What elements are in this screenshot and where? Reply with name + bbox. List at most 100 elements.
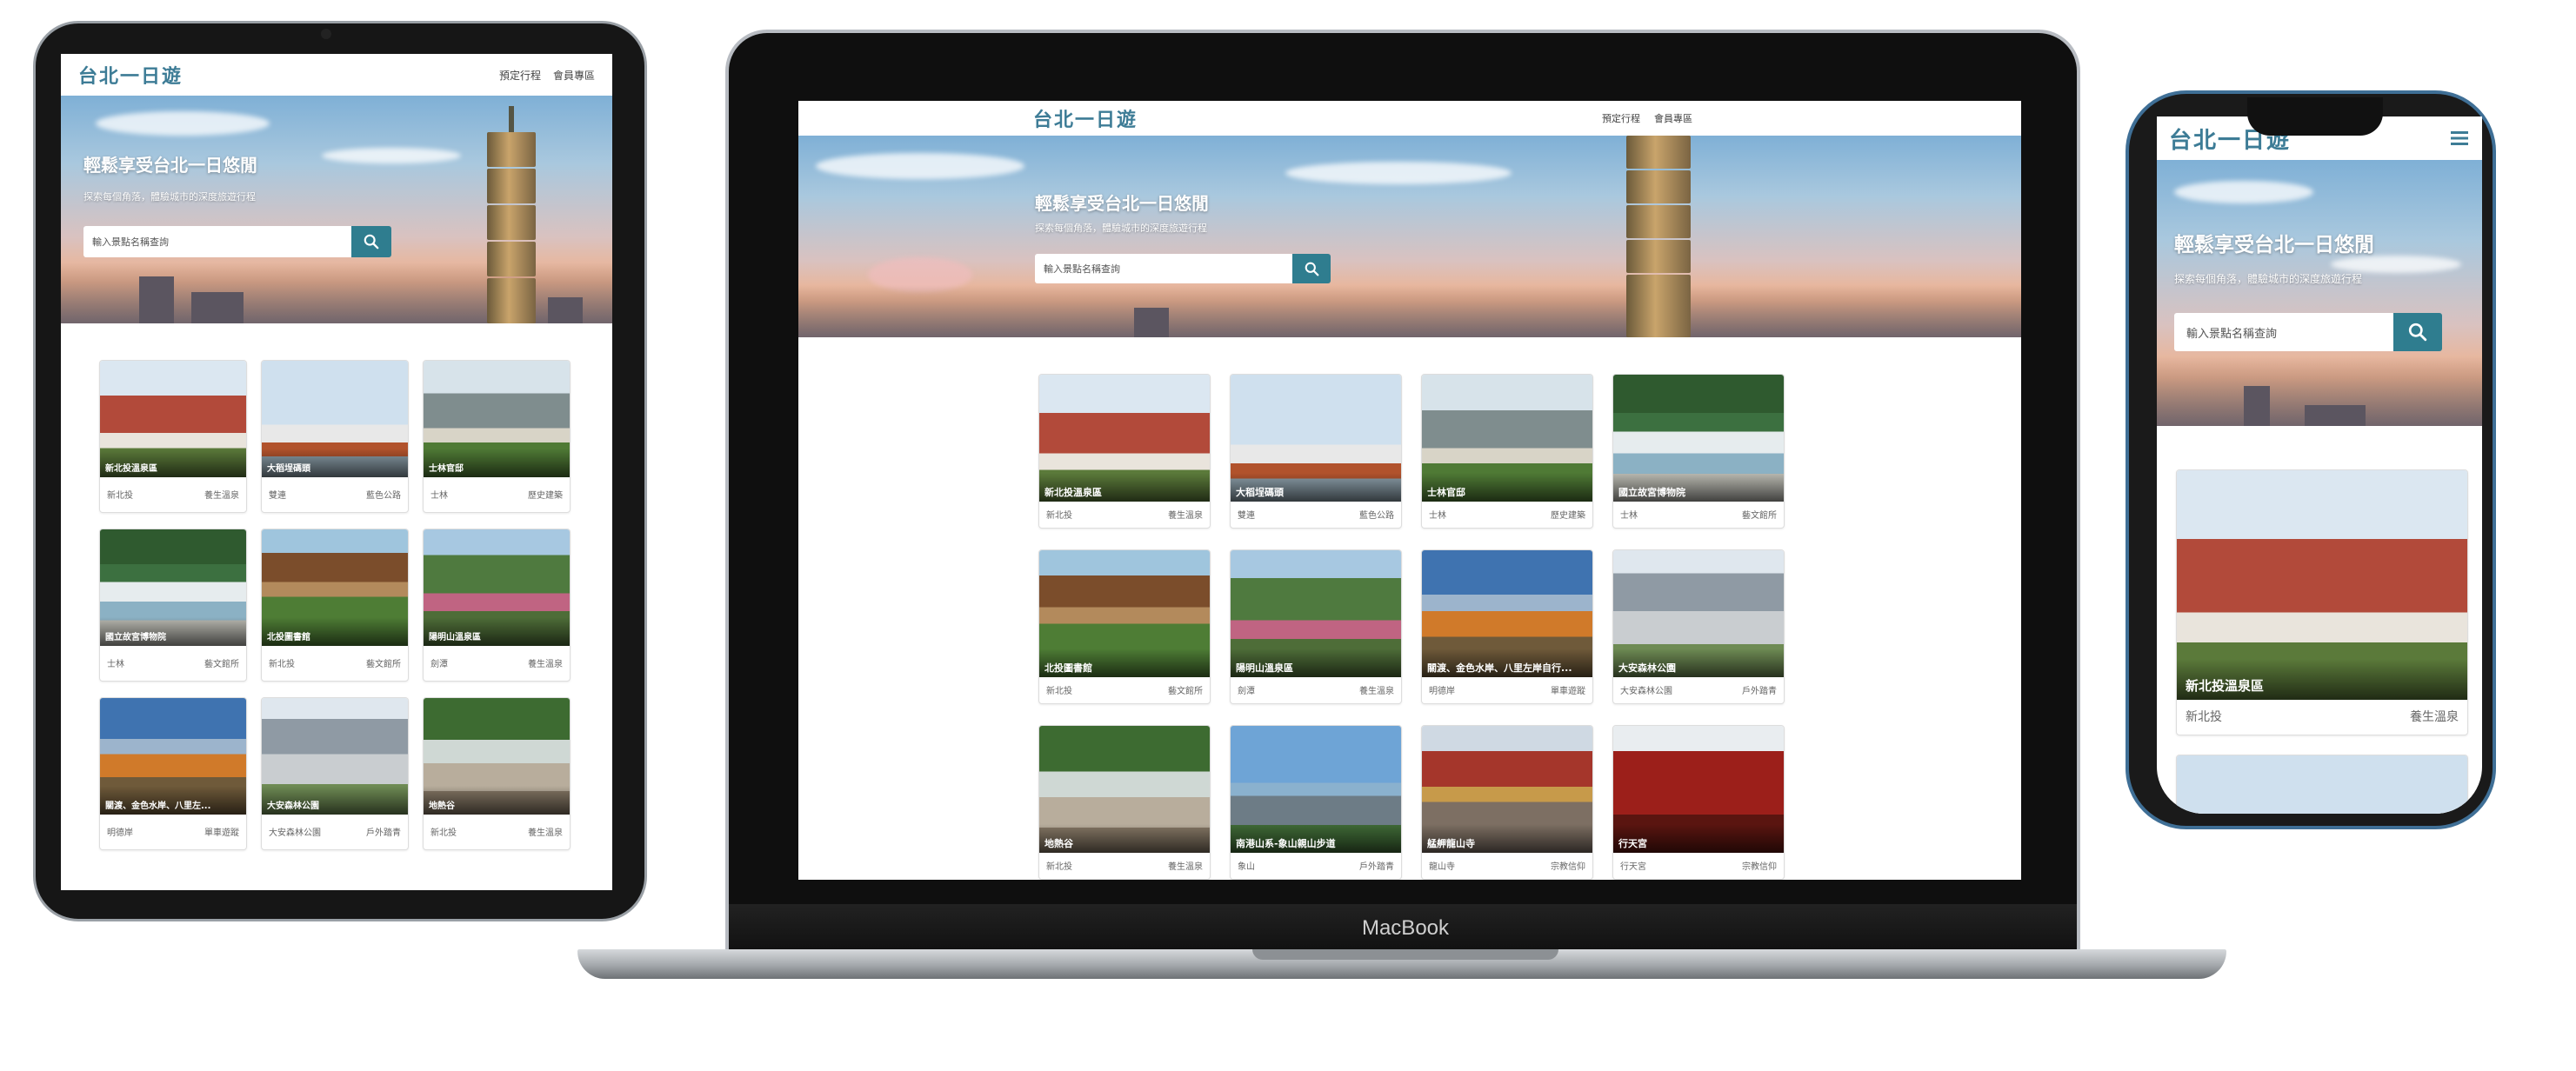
search-button[interactable] xyxy=(351,226,391,257)
attraction-category: 單車遊蹤 xyxy=(1551,686,1585,696)
attraction-photo: 新北投溫泉區 xyxy=(1039,375,1210,502)
search-icon xyxy=(1305,262,1318,276)
attraction-grid: 新北投溫泉區 新北投 養生溫泉 大稻埕碼頭 雙連 藍色公路 士林官邸 士林 歷史建築 國立故宮博物… xyxy=(1038,374,1785,880)
nav-link-member[interactable]: 會員專區 xyxy=(1654,111,1692,125)
attraction-meta: 劍潭 養生溫泉 xyxy=(1231,675,1401,703)
attraction-mrt: 明德岸 xyxy=(107,828,133,838)
attraction-name: 大稻埕碼頭 xyxy=(1231,473,1401,502)
attraction-card[interactable]: 大安森林公園 大安森林公園 戶外踏青 xyxy=(1612,549,1785,704)
hero-banner: 輕鬆享受台北一日悠閒 探索每個角落，體驗城市的深度旅遊行程 輸入景點名稱查詢 xyxy=(798,136,2021,337)
attraction-photo: 行天宮 xyxy=(1613,726,1784,853)
attraction-photo: 新北投溫泉區 xyxy=(2177,470,2467,700)
attraction-meta: 明德岸 單車遊蹤 xyxy=(1422,675,1592,703)
attraction-name: 關渡、金色水岸、八里左... xyxy=(100,786,246,815)
attraction-card[interactable]: 南港山系-象山親山步道 象山 戶外踏青 xyxy=(1230,725,1402,880)
attraction-meta: 新北投 養生溫泉 xyxy=(1039,500,1210,528)
attraction-meta: 大安森林公園 戶外踏青 xyxy=(262,813,408,849)
attraction-meta: 龍山寺 宗教信仰 xyxy=(1422,851,1592,879)
attraction-card[interactable]: 國立故宮博物院 士林 藝文館所 xyxy=(99,529,247,682)
attraction-name: 陽明山溫泉區 xyxy=(424,617,570,646)
attraction-photo: 關渡、金色水岸、八里左岸自行... xyxy=(1422,550,1592,677)
attraction-card[interactable]: 新北投溫泉區 新北投 養生溫泉 xyxy=(99,360,247,513)
nav-link-booking[interactable]: 預定行程 xyxy=(499,68,541,83)
attraction-name: 國立故宮博物院 xyxy=(1613,473,1784,502)
attraction-card[interactable]: 地熱谷 新北投 養生溫泉 xyxy=(423,697,571,850)
attraction-card[interactable]: 大稻埕碼頭雙連藍色公路 xyxy=(261,360,409,513)
attraction-mrt: 象山 xyxy=(1238,861,1255,872)
attraction-meta: 象山 戶外踏青 xyxy=(1231,851,1401,879)
attraction-card[interactable]: 北投圖書館 新北投 藝文館所 xyxy=(1038,549,1211,704)
attraction-meta: 士林 歷史建築 xyxy=(1422,500,1592,528)
attraction-photo: 地熱谷 xyxy=(424,698,570,815)
attraction-photo: 新北投溫泉區 xyxy=(100,361,246,477)
hero-banner: 輕鬆享受台北一日悠閒 探索每個角落，體驗城市的深度旅遊行程 輸入景點名稱查詢 xyxy=(61,96,612,323)
attraction-card[interactable]: 北投圖書館 新北投 藝文館所 xyxy=(261,529,409,682)
attraction-name: 大安森林公園 xyxy=(262,786,408,815)
attraction-meta: 士林 藝文館所 xyxy=(1613,500,1784,528)
attraction-card[interactable]: 國立故宮博物院 士林 藝文館所 xyxy=(1612,374,1785,529)
attraction-card[interactable]: 士林官邸 士林 歷史建築 xyxy=(423,360,571,513)
hamburger-menu-icon[interactable] xyxy=(2449,130,2470,147)
search-button[interactable] xyxy=(1292,254,1331,283)
search-input[interactable]: 輸入景點名稱查詢 xyxy=(1035,254,1292,283)
attraction-category: 戶外踏青 xyxy=(366,828,401,838)
site-nav: 預定行程 會員專區 xyxy=(1602,111,1692,125)
attraction-name: 北投圖書館 xyxy=(262,617,408,646)
attraction-mrt: 明德岸 xyxy=(1429,686,1455,696)
hero-subtitle: 探索每個角落，體驗城市的深度旅遊行程 xyxy=(83,191,256,203)
hero-title: 輕鬆享受台北一日悠閒 xyxy=(83,155,257,176)
attraction-grid: 新北投溫泉區新北投 養生溫泉大稻埕碼頭雙連藍色公路 xyxy=(2176,469,2468,814)
phone-screen: 台北一日遊 輕鬆享受台北一日悠閒 探索每個角落，體驗城市的深度旅遊行程 輸入景點… xyxy=(2157,116,2482,814)
site-logo[interactable]: 台北一日遊 xyxy=(1033,104,1138,132)
nav-link-booking[interactable]: 預定行程 xyxy=(1602,111,1640,125)
attraction-card[interactable]: 新北投溫泉區 新北投 養生溫泉 xyxy=(1038,374,1211,529)
attraction-category: 藍色公路 xyxy=(1359,510,1394,521)
search-bar: 輸入景點名稱查詢 xyxy=(1035,254,1331,283)
attraction-mrt: 大安森林公園 xyxy=(1620,686,1672,696)
attraction-name: 北投圖書館 xyxy=(1039,649,1210,677)
attraction-mrt: 士林 xyxy=(430,490,448,501)
attraction-card[interactable]: 行天宮 行天宮 宗教信仰 xyxy=(1612,725,1785,880)
attraction-card[interactable]: 關渡、金色水岸、八里左... 明德岸 單車遊蹤 xyxy=(99,697,247,850)
attraction-mrt: 士林 xyxy=(1429,510,1446,521)
attraction-card[interactable]: 新北投溫泉區 新北投 養生溫泉 xyxy=(2176,469,2468,735)
nav-link-member[interactable]: 會員專區 xyxy=(553,68,595,83)
hero-subtitle: 探索每個角落，體驗城市的深度旅遊行程 xyxy=(1035,223,1207,234)
macbook-label: MacBook xyxy=(1361,916,1450,940)
hero-title: 輕鬆享受台北一日悠閒 xyxy=(1035,193,1209,214)
attraction-card[interactable]: 關渡、金色水岸、八里左岸自行... 明德岸 單車遊蹤 xyxy=(1421,549,1593,704)
attraction-grid: 新北投溫泉區 新北投 養生溫泉 大稻埕碼頭 雙連 藍色公路 士林官邸 士林 歷史建築 國立故宮博物… xyxy=(99,360,571,850)
site-header: 台北一日遊 預定行程 會員專區 xyxy=(798,101,2021,136)
hero-banner: 輕鬆享受台北一日悠閒 探索每個角落，體驗城市的深度旅遊行程 輸入景點名稱查詢 xyxy=(2157,160,2482,426)
search-input[interactable]: 輸入景點名稱查詢 xyxy=(83,226,351,257)
laptop-hinge-notch xyxy=(1252,949,1558,960)
hero-title: 輕鬆享受台北一日悠閒 xyxy=(2174,234,2374,256)
attraction-card[interactable]: 大稻埕碼頭雙連藍色公路 xyxy=(1230,374,1402,529)
laptop-screen: 台北一日遊 預定行程 會員專區 輕鬆享受台北一日悠閒 探索每個角落，體驗城市的深… xyxy=(798,101,2021,880)
attraction-photo: 地熱谷 xyxy=(1039,726,1210,853)
attraction-category: 養生溫泉 xyxy=(1168,510,1203,521)
attraction-card[interactable]: 陽明山溫泉區 劍潭 養生溫泉 xyxy=(423,529,571,682)
attraction-card[interactable]: 陽明山溫泉區 劍潭 養生溫泉 xyxy=(1230,549,1402,704)
attraction-mrt: 龍山寺 xyxy=(1429,861,1455,872)
attraction-photo: 艋舺龍山寺 xyxy=(1422,726,1592,853)
attraction-name: 新北投溫泉區 xyxy=(1039,473,1210,502)
attraction-card[interactable]: 大稻埕碼頭雙連藍色公路 xyxy=(2176,755,2468,814)
attraction-name: 國立故宮博物院 xyxy=(100,617,246,646)
attraction-card[interactable]: 士林官邸 士林 歷史建築 xyxy=(1421,374,1593,529)
search-button[interactable] xyxy=(2393,313,2442,351)
attraction-card[interactable]: 地熱谷 新北投 養生溫泉 xyxy=(1038,725,1211,880)
attraction-card[interactable]: 大安森林公園 大安森林公園 戶外踏青 xyxy=(261,697,409,850)
attraction-name: 士林官邸 xyxy=(1422,473,1592,502)
attraction-meta: 新北投 養生溫泉 xyxy=(424,813,570,849)
search-input[interactable]: 輸入景點名稱查詢 xyxy=(2174,313,2393,351)
attraction-name: 關渡、金色水岸、八里左岸自行... xyxy=(1422,649,1592,677)
attraction-name: 行天宮 xyxy=(1613,824,1784,853)
site-header: 台北一日遊 預定行程 會員專區 xyxy=(61,54,612,96)
attraction-mrt: 新北投 xyxy=(1046,861,1072,872)
search-icon xyxy=(2408,323,2427,342)
attraction-card[interactable]: 艋舺龍山寺 龍山寺 宗教信仰 xyxy=(1421,725,1593,880)
site-logo[interactable]: 台北一日遊 xyxy=(78,61,183,89)
attraction-meta: 士林 藝文館所 xyxy=(100,644,246,681)
attraction-mrt: 新北投 xyxy=(430,828,457,838)
